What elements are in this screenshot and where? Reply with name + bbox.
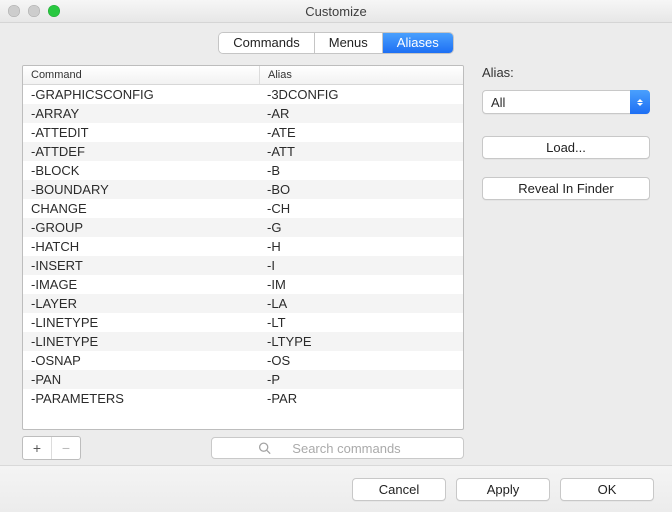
table-body: -GRAPHICSCONFIG-3DCONFIG-ARRAY-AR-ATTEDI… (23, 85, 463, 408)
close-button[interactable] (8, 5, 20, 17)
cell-alias: -P (259, 372, 463, 387)
cell-command: -LINETYPE (23, 334, 259, 349)
cell-alias: -LT (259, 315, 463, 330)
load-button[interactable]: Load... (482, 136, 650, 159)
cell-alias: -ATE (259, 125, 463, 140)
cell-command: -LINETYPE (23, 315, 259, 330)
cancel-button[interactable]: Cancel (352, 478, 446, 501)
table-row[interactable]: -GROUP-G (23, 218, 463, 237)
tab-commands[interactable]: Commands (219, 33, 314, 53)
alias-filter-label: Alias: (482, 65, 650, 80)
table-row[interactable]: -BLOCK-B (23, 161, 463, 180)
cell-command: -PAN (23, 372, 259, 387)
cell-command: CHANGE (23, 201, 259, 216)
table-row[interactable]: -ATTEDIT-ATE (23, 123, 463, 142)
cell-alias: -G (259, 220, 463, 235)
cell-command: -LAYER (23, 296, 259, 311)
alias-filter-select[interactable]: All (482, 90, 650, 114)
cell-command: -ATTDEF (23, 144, 259, 159)
cell-command: -HATCH (23, 239, 259, 254)
alias-filter-value: All (491, 95, 505, 110)
table-row[interactable]: -PAN-P (23, 370, 463, 389)
table-row[interactable]: -HATCH-H (23, 237, 463, 256)
table-row[interactable]: -LINETYPE-LT (23, 313, 463, 332)
table-row[interactable]: -PARAMETERS-PAR (23, 389, 463, 408)
cell-command: -OSNAP (23, 353, 259, 368)
cell-command: -PARAMETERS (23, 391, 259, 406)
tab-strip: CommandsMenusAliases (0, 23, 672, 65)
remove-row-button[interactable]: − (52, 437, 80, 459)
dialog-footer: Cancel Apply OK (0, 465, 672, 512)
table-row[interactable]: -ARRAY-AR (23, 104, 463, 123)
table-row[interactable]: -IMAGE-IM (23, 275, 463, 294)
select-stepper-icon (630, 90, 650, 114)
apply-button[interactable]: Apply (456, 478, 550, 501)
cell-command: -GROUP (23, 220, 259, 235)
traffic-lights (8, 5, 60, 17)
column-header-command[interactable]: Command (23, 66, 260, 84)
cell-alias: -BO (259, 182, 463, 197)
add-remove-control: + − (22, 436, 81, 460)
window-title: Customize (0, 4, 672, 19)
table-row[interactable]: CHANGE-CH (23, 199, 463, 218)
cell-alias: -LTYPE (259, 334, 463, 349)
cell-command: -INSERT (23, 258, 259, 273)
tab-menus[interactable]: Menus (315, 33, 383, 53)
column-header-alias[interactable]: Alias (260, 66, 463, 84)
table-row[interactable]: -LAYER-LA (23, 294, 463, 313)
table-row[interactable]: -GRAPHICSCONFIG-3DCONFIG (23, 85, 463, 104)
cell-alias: -AR (259, 106, 463, 121)
tab-aliases[interactable]: Aliases (383, 33, 453, 53)
minimize-button[interactable] (28, 5, 40, 17)
cell-alias: -OS (259, 353, 463, 368)
cell-alias: -LA (259, 296, 463, 311)
cell-alias: -H (259, 239, 463, 254)
table-row[interactable]: -ATTDEF-ATT (23, 142, 463, 161)
cell-command: -ARRAY (23, 106, 259, 121)
cell-alias: -I (259, 258, 463, 273)
cell-command: -ATTEDIT (23, 125, 259, 140)
cell-command: -BOUNDARY (23, 182, 259, 197)
cell-alias: -3DCONFIG (259, 87, 463, 102)
cell-command: -IMAGE (23, 277, 259, 292)
zoom-button[interactable] (48, 5, 60, 17)
aliases-table[interactable]: Command Alias -GRAPHICSCONFIG-3DCONFIG-A… (22, 65, 464, 430)
cell-alias: -B (259, 163, 463, 178)
table-row[interactable]: -OSNAP-OS (23, 351, 463, 370)
cell-command: -BLOCK (23, 163, 259, 178)
cell-alias: -IM (259, 277, 463, 292)
search-input[interactable] (211, 437, 464, 459)
cell-alias: -CH (259, 201, 463, 216)
cell-command: -GRAPHICSCONFIG (23, 87, 259, 102)
reveal-in-finder-button[interactable]: Reveal In Finder (482, 177, 650, 200)
ok-button[interactable]: OK (560, 478, 654, 501)
add-row-button[interactable]: + (23, 437, 52, 459)
tab-segmented-control[interactable]: CommandsMenusAliases (219, 33, 452, 53)
table-row[interactable]: -LINETYPE-LTYPE (23, 332, 463, 351)
table-row[interactable]: -BOUNDARY-BO (23, 180, 463, 199)
table-row[interactable]: -INSERT-I (23, 256, 463, 275)
cell-alias: -PAR (259, 391, 463, 406)
titlebar: Customize (0, 0, 672, 23)
cell-alias: -ATT (259, 144, 463, 159)
